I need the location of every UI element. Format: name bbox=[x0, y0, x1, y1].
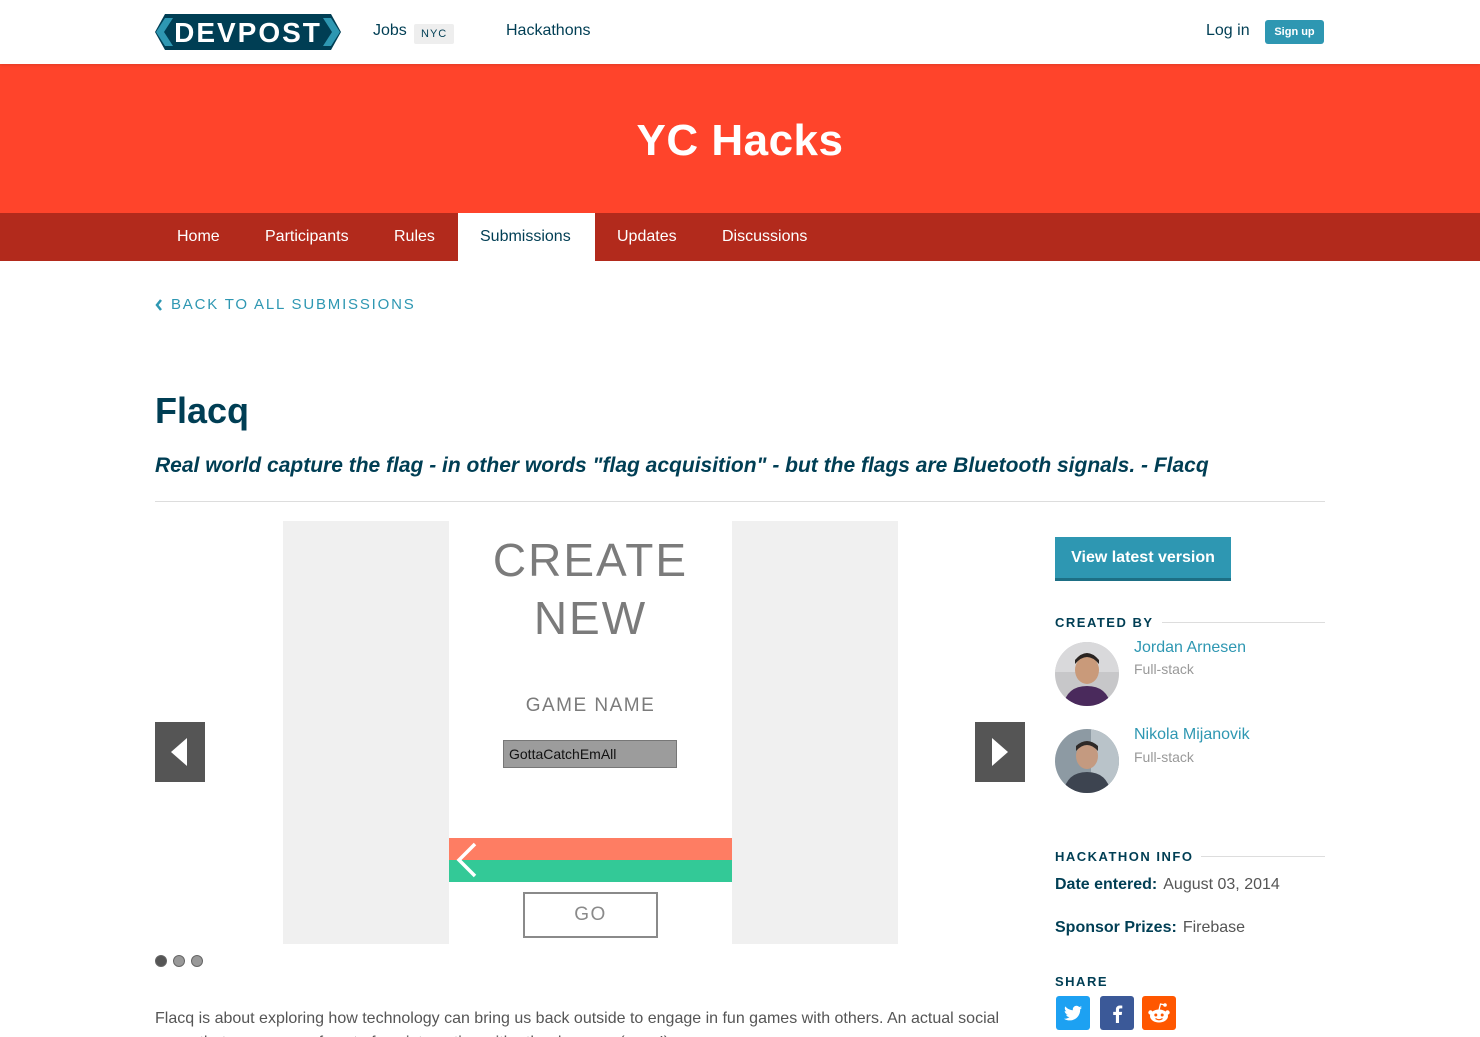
tab-home[interactable]: Home bbox=[155, 213, 242, 261]
screen-title: CREATE NEW bbox=[449, 531, 732, 647]
member-name-link[interactable]: Jordan Arnesen bbox=[1134, 639, 1246, 657]
sponsor-prizes-row: Sponsor Prizes: Firebase bbox=[1055, 919, 1245, 937]
gallery-pagination bbox=[155, 955, 203, 967]
divider bbox=[155, 501, 1325, 502]
back-to-submissions-link[interactable]: BACK TO ALL SUBMISSIONS bbox=[155, 296, 416, 313]
tab-rules[interactable]: Rules bbox=[372, 213, 457, 261]
facebook-share-button[interactable] bbox=[1100, 996, 1134, 1030]
share-label: SHARE bbox=[1055, 974, 1109, 989]
twitter-icon bbox=[1056, 996, 1090, 1030]
tab-updates[interactable]: Updates bbox=[595, 213, 699, 261]
hackathon-title[interactable]: YC Hacks bbox=[0, 116, 1480, 166]
tab-participants[interactable]: Participants bbox=[243, 213, 371, 261]
avatar[interactable] bbox=[1055, 642, 1119, 706]
twitter-share-button[interactable] bbox=[1056, 996, 1090, 1030]
signup-button[interactable]: Sign up bbox=[1265, 20, 1324, 44]
avatar-photo bbox=[1055, 729, 1119, 793]
triangle-right-icon bbox=[992, 738, 1008, 766]
project-tagline: Real world capture the flag - in other w… bbox=[155, 454, 1209, 477]
project-description: Flacq is about exploring how technology … bbox=[155, 1010, 1000, 1037]
gallery-backdrop-right bbox=[732, 521, 898, 944]
game-name-label: GAME NAME bbox=[525, 695, 656, 716]
logo-text: DEVPOST bbox=[174, 17, 322, 48]
created-by-heading: CREATED BY bbox=[1055, 615, 1325, 630]
tab-submissions[interactable]: Submissions bbox=[458, 213, 595, 261]
color-stripe-top bbox=[449, 838, 732, 860]
avatar[interactable] bbox=[1055, 729, 1119, 793]
screen-title-line2: NEW bbox=[533, 592, 648, 644]
login-link[interactable]: Log in bbox=[1206, 22, 1250, 40]
jobs-location-badge: NYC bbox=[414, 24, 455, 44]
hackathon-tabbar: Home Participants Rules Submissions Upda… bbox=[0, 213, 1480, 261]
gallery-dot[interactable] bbox=[173, 955, 185, 967]
back-link-label: BACK TO ALL SUBMISSIONS bbox=[171, 296, 416, 313]
facebook-icon bbox=[1100, 996, 1134, 1030]
date-entered-label: Date entered: bbox=[1055, 876, 1158, 893]
date-entered-row: Date entered: August 03, 2014 bbox=[1055, 876, 1280, 894]
member-name-link[interactable]: Nikola Mijanovik bbox=[1134, 726, 1250, 744]
game-name-field: GottaCatchEmAll bbox=[503, 740, 677, 768]
member-role: Full-stack bbox=[1134, 661, 1194, 677]
share-heading: SHARE bbox=[1055, 974, 1325, 989]
project-title: Flacq bbox=[155, 390, 250, 431]
sponsor-prizes-label: Sponsor Prizes: bbox=[1055, 919, 1177, 936]
devpost-logo[interactable]: DEVPOST bbox=[155, 14, 341, 50]
reddit-share-button[interactable] bbox=[1142, 996, 1176, 1030]
nav-jobs-link[interactable]: Jobs bbox=[373, 22, 407, 40]
avatar-photo bbox=[1055, 642, 1119, 706]
gallery-dot[interactable] bbox=[155, 955, 167, 967]
screen-title-line1: CREATE bbox=[492, 534, 689, 586]
go-button: GO bbox=[523, 892, 658, 938]
date-entered-value: August 03, 2014 bbox=[1163, 876, 1280, 893]
gallery-dot[interactable] bbox=[191, 955, 203, 967]
triangle-left-icon bbox=[171, 738, 187, 766]
tab-discussions[interactable]: Discussions bbox=[700, 213, 829, 261]
top-navbar: DEVPOST Jobs NYC Hackathons Log in Sign … bbox=[0, 0, 1480, 64]
view-latest-version-button[interactable]: View latest version bbox=[1055, 537, 1231, 581]
gallery-prev-button[interactable] bbox=[155, 722, 205, 782]
nav-hackathons-link[interactable]: Hackathons bbox=[506, 22, 591, 40]
reddit-icon bbox=[1142, 996, 1176, 1030]
hackathon-banner: YC Hacks bbox=[0, 64, 1480, 213]
hackathon-info-heading: HACKATHON INFO bbox=[1055, 849, 1325, 864]
hackathon-info-label: HACKATHON INFO bbox=[1055, 849, 1194, 864]
member-role: Full-stack bbox=[1134, 749, 1194, 765]
back-arrow-icon bbox=[456, 842, 477, 878]
gallery-next-button[interactable] bbox=[975, 722, 1025, 782]
sponsor-prizes-value[interactable]: Firebase bbox=[1183, 919, 1245, 936]
created-by-label: CREATED BY bbox=[1055, 615, 1154, 630]
color-stripe-bottom bbox=[449, 860, 732, 882]
chevron-left-icon bbox=[155, 298, 162, 311]
gallery-backdrop-left bbox=[283, 521, 449, 944]
gallery-image: CREATE NEW GAME NAME GottaCatchEmAll GO bbox=[449, 521, 732, 944]
